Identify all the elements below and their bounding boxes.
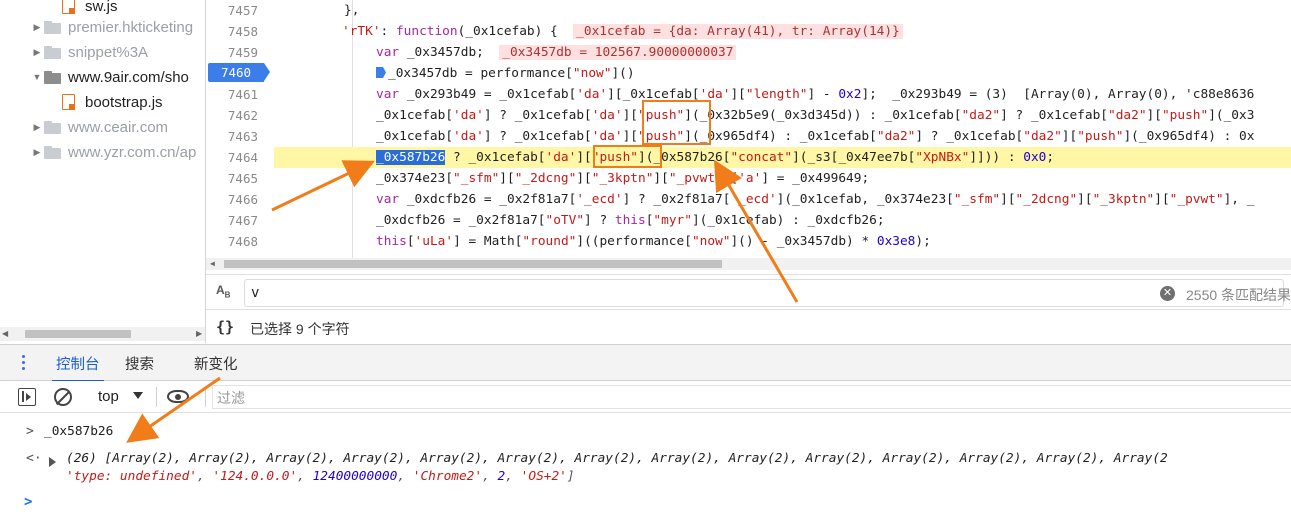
line-number[interactable]: 7459 <box>206 42 258 63</box>
line-number[interactable]: 7463 <box>206 126 258 147</box>
line-number[interactable]: 7457 <box>206 0 258 21</box>
pretty-print-icon[interactable]: {} <box>216 318 234 336</box>
result-prompt-icon: <· <box>26 451 42 466</box>
tab-changes[interactable]: 新变化 <box>194 353 238 381</box>
chevron-right-icon: ▶ <box>33 121 41 132</box>
array-preview[interactable]: (26) [Array(2), Array(2), Array(2), Arra… <box>66 451 1168 466</box>
tree-item-label: www.yzr.com.cn/ap <box>68 143 197 161</box>
line-number[interactable]: 7458 <box>206 21 258 42</box>
code-line[interactable]: var _0xdcfb26 = _0x2f81a7['_ecd'] ? _0x2… <box>274 189 1291 210</box>
live-expression-eye-icon[interactable] <box>167 390 189 403</box>
tree-item-ceair[interactable]: ▶ www.ceair.com <box>0 115 205 139</box>
clear-search-icon[interactable]: ✕ <box>1160 286 1175 301</box>
line-number[interactable]: 7461 <box>206 84 258 105</box>
chevron-right-icon: ▶ <box>33 46 41 57</box>
chevron-right-icon: ▶ <box>33 21 41 32</box>
code-line[interactable]: }, <box>274 0 1291 21</box>
expand-triangle-icon[interactable] <box>49 457 56 467</box>
line-number[interactable]: 7462 <box>206 105 258 126</box>
tree-item-yzr[interactable]: ▶ www.yzr.com.cn/ap <box>0 140 205 164</box>
more-vertical-icon[interactable] <box>22 355 26 371</box>
line-number-gutter[interactable]: 7457 7458 7459 7460 7461 7462 7463 7464 … <box>206 0 270 258</box>
folder-icon <box>44 20 62 34</box>
tab-console[interactable]: 控制台 <box>52 353 103 382</box>
tree-item-9air[interactable]: ▼ www.9air.com/sho <box>0 65 205 89</box>
chevron-right-icon: ▶ <box>33 146 41 157</box>
match-case-icon[interactable]: AB <box>216 283 230 299</box>
code-line-paused[interactable]: _0x3457db = performance["now"]() <box>274 63 1291 84</box>
console-output[interactable]: > _0x587b26 <· (26) [Array(2), Array(2),… <box>0 414 1291 524</box>
drawer-tab-bar: 控制台 搜索 新变化 <box>0 344 1291 382</box>
code-line[interactable]: var _0x293b49 = _0x1cefab['da'][_0x1cefa… <box>274 84 1291 105</box>
file-tree-panel: sw.js ▶ premier.hkticketing ▶ snippet%3A… <box>0 0 206 343</box>
line-number[interactable]: 7465 <box>206 168 258 189</box>
array-preview-continued: 'type: undefined', '124.0.0.0', 12400000… <box>66 469 575 484</box>
code-line[interactable]: _0x1cefab['da'] ? _0x1cefab['da']["push"… <box>274 126 1291 147</box>
toolbar-divider <box>205 387 206 407</box>
code-line-highlighted[interactable]: _0x587b26 ? _0x1cefab['da']["push"](_0x5… <box>274 147 1291 168</box>
tree-item-label: premier.hkticketing <box>68 18 194 36</box>
scroll-right-icon[interactable]: ▶ <box>196 329 202 338</box>
console-filter-input[interactable]: 过滤 <box>212 385 1291 409</box>
code-line[interactable]: 'rTK': function(_0x1cefab) { _0x1cefab =… <box>274 21 1291 42</box>
scroll-left-icon[interactable]: ◀ <box>210 259 215 268</box>
chevron-down-icon: ▼ <box>32 72 42 82</box>
console-result-row[interactable]: <· (26) [Array(2), Array(2), Array(2), A… <box>0 451 1291 471</box>
tree-item-label: www.ceair.com <box>68 118 169 136</box>
line-number[interactable]: 7468 <box>206 231 258 252</box>
line-number[interactable]: 7464 <box>206 147 258 168</box>
tree-item-label: sw.js <box>85 0 118 15</box>
code-line[interactable]: _0x374e23["_sfm"]["_2dcng"]["_3kptn"]["_… <box>274 168 1291 189</box>
dropdown-arrow-icon[interactable] <box>133 392 143 399</box>
tree-item-label: bootstrap.js <box>85 93 163 111</box>
tab-search[interactable]: 搜索 <box>125 353 154 381</box>
folder-icon <box>44 120 62 134</box>
line-number[interactable]: 7466 <box>206 189 258 210</box>
code-line[interactable]: _0x1cefab['da'] ? _0x1cefab['da']["push"… <box>274 105 1291 126</box>
input-prompt-icon: > <box>26 424 34 439</box>
code-line[interactable]: this['uLa'] = Math["round"]((performance… <box>274 231 1291 252</box>
breakpoint-line-number[interactable]: 7460 <box>208 63 270 82</box>
tree-item-premier-hkticketing[interactable]: ▶ premier.hkticketing <box>0 15 205 39</box>
folder-icon <box>44 45 62 59</box>
search-input[interactable]: v <box>244 279 1284 307</box>
context-selector[interactable]: top <box>98 388 119 405</box>
editor-status-bar: {} 已选择 9 个字符 <box>206 311 1291 343</box>
tree-item-snippet[interactable]: ▶ snippet%3A <box>0 40 205 64</box>
sidebar-scrollbar[interactable]: ◀ ▶ <box>0 327 205 341</box>
line-number[interactable]: 7467 <box>206 210 258 231</box>
folder-icon <box>44 70 62 84</box>
js-file-icon <box>62 0 75 14</box>
tree-item-label: snippet%3A <box>68 43 149 61</box>
scrollbar-thumb[interactable] <box>25 330 131 338</box>
code-line[interactable]: _0xdcfb26 = _0x2f81a7["oTV"] ? this["myr… <box>274 210 1291 231</box>
js-file-icon <box>62 94 75 110</box>
selection-status: 已选择 9 个字符 <box>250 321 350 337</box>
console-toolbar: top 过滤 <box>0 381 1291 413</box>
tree-item-bootstrap-js[interactable]: bootstrap.js <box>0 90 205 114</box>
scroll-left-icon[interactable]: ◀ <box>2 329 8 338</box>
folder-icon <box>44 145 62 159</box>
scrollbar-thumb[interactable] <box>224 260 722 268</box>
editor-scrollbar[interactable]: ◀ <box>206 258 1291 270</box>
match-count: 2550 条匹配结果 <box>1186 287 1291 303</box>
toolbar-divider <box>156 387 157 407</box>
clear-console-icon[interactable] <box>54 388 72 406</box>
console-prompt-icon[interactable]: > <box>24 494 32 510</box>
show-sidebar-icon[interactable] <box>18 388 36 406</box>
code-line[interactable]: var _0x3457db; _0x3457db = 102567.900000… <box>274 42 1291 63</box>
console-input-text: _0x587b26 <box>44 424 114 439</box>
tree-item-label: www.9air.com/sho <box>68 68 189 86</box>
code-editor[interactable]: 7457 7458 7459 7460 7461 7462 7463 7464 … <box>206 0 1291 270</box>
editor-search-bar: AB v ✕ 2550 条匹配结果 <box>206 274 1291 310</box>
